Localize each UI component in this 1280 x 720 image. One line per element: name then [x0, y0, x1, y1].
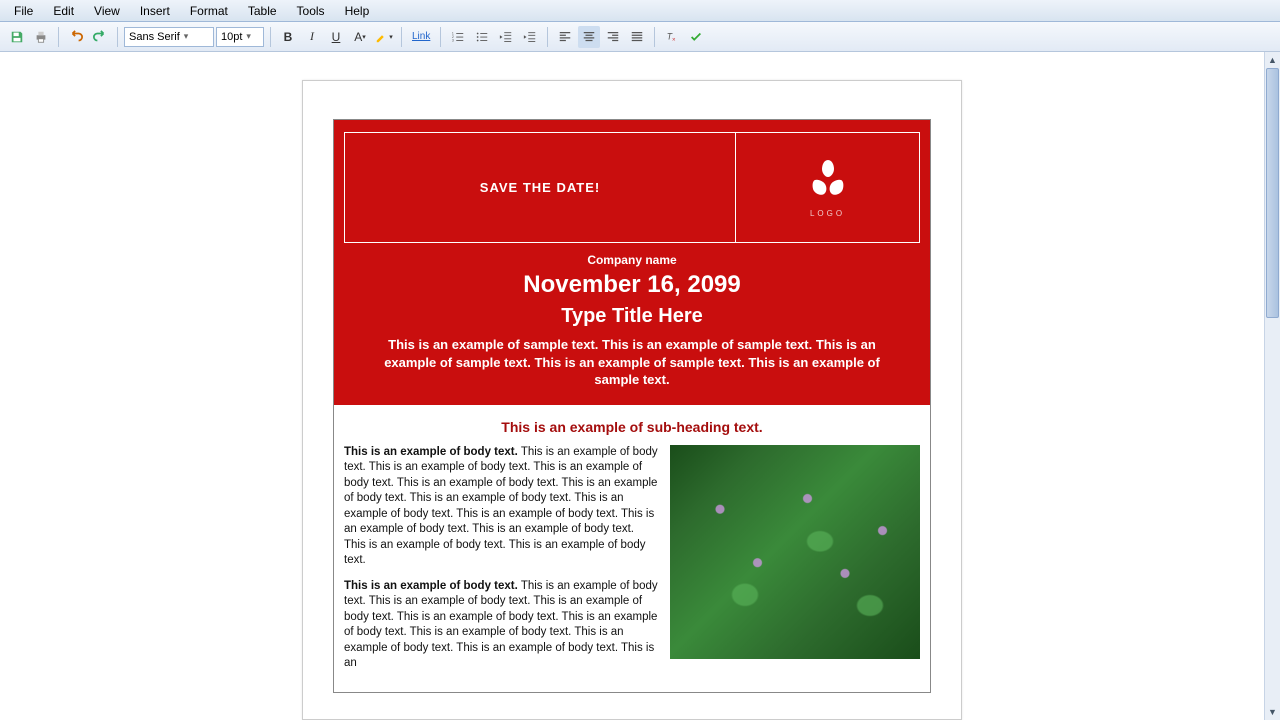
indent-button[interactable] — [519, 26, 541, 48]
undo-icon[interactable] — [65, 26, 87, 48]
text-color-button[interactable]: A▾ — [349, 26, 371, 48]
event-date[interactable]: November 16, 2099 — [362, 271, 902, 299]
align-center-button[interactable] — [578, 26, 600, 48]
link-button[interactable]: Link — [408, 26, 434, 48]
italic-button[interactable]: I — [301, 26, 323, 48]
menu-file[interactable]: File — [4, 1, 43, 21]
body-column[interactable]: This is an example of body text. This is… — [344, 445, 658, 682]
body-image[interactable] — [670, 445, 920, 659]
bullet-list-button[interactable] — [471, 26, 493, 48]
body-paragraph-2: This is an example of body text. This is… — [344, 579, 658, 672]
menu-edit[interactable]: Edit — [43, 1, 84, 21]
body-paragraph-1: This is an example of body text. This is… — [344, 445, 658, 569]
logo-icon — [803, 158, 853, 207]
logo-label: LOGO — [736, 209, 919, 218]
align-right-button[interactable] — [602, 26, 624, 48]
print-icon[interactable] — [30, 26, 52, 48]
menu-table[interactable]: Table — [238, 1, 287, 21]
numbered-list-button[interactable]: 123 — [447, 26, 469, 48]
banner-text: SAVE THE DATE! — [480, 180, 600, 195]
menu-format[interactable]: Format — [180, 1, 238, 21]
menu-insert[interactable]: Insert — [130, 1, 180, 21]
spellcheck-button[interactable] — [685, 26, 707, 48]
scroll-thumb[interactable] — [1266, 68, 1279, 318]
bold-button[interactable]: B — [277, 26, 299, 48]
banner-cell[interactable]: SAVE THE DATE! — [345, 133, 736, 243]
underline-button[interactable]: U — [325, 26, 347, 48]
company-name[interactable]: Company name — [362, 253, 902, 267]
menu-help[interactable]: Help — [335, 1, 380, 21]
vertical-scrollbar[interactable]: ▲ ▼ — [1264, 52, 1280, 720]
scroll-down-icon[interactable]: ▼ — [1265, 704, 1280, 720]
scroll-up-icon[interactable]: ▲ — [1265, 52, 1280, 68]
intro-paragraph[interactable]: This is an example of sample text. This … — [362, 336, 902, 389]
menu-bar: File Edit View Insert Format Table Tools… — [0, 0, 1280, 22]
clear-format-button[interactable]: T× — [661, 26, 683, 48]
outdent-button[interactable] — [495, 26, 517, 48]
subheading[interactable]: This is an example of sub-heading text. — [334, 405, 930, 445]
title-placeholder[interactable]: Type Title Here — [362, 305, 902, 328]
toolbar: Sans Serif 10pt B I U A▾ ▾ Link 123 T× — [0, 22, 1280, 52]
align-left-button[interactable] — [554, 26, 576, 48]
header-block: SAVE THE DATE! LOGO Company name Novembe… — [334, 120, 930, 405]
logo-cell[interactable]: LOGO — [736, 133, 920, 243]
font-family-select[interactable]: Sans Serif — [124, 27, 214, 47]
redo-icon[interactable] — [89, 26, 111, 48]
plant-photo — [670, 445, 920, 659]
font-size-select[interactable]: 10pt — [216, 27, 264, 47]
save-icon[interactable] — [6, 26, 28, 48]
document-canvas[interactable]: SAVE THE DATE! LOGO Company name Novembe… — [0, 52, 1264, 720]
align-justify-button[interactable] — [626, 26, 648, 48]
svg-text:3: 3 — [452, 38, 454, 42]
menu-view[interactable]: View — [84, 1, 130, 21]
highlight-button[interactable]: ▾ — [373, 26, 395, 48]
svg-text:×: × — [672, 36, 676, 43]
page[interactable]: SAVE THE DATE! LOGO Company name Novembe… — [302, 80, 962, 720]
menu-tools[interactable]: Tools — [287, 1, 335, 21]
